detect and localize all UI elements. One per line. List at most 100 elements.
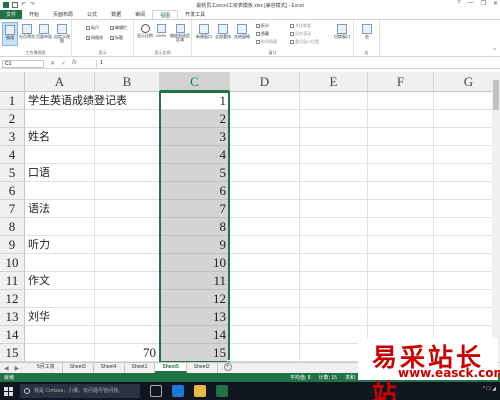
cell-G1[interactable] <box>434 92 492 110</box>
row-header[interactable]: 10 <box>0 254 25 272</box>
cell-C13[interactable]: 13 <box>160 308 230 326</box>
cell-D15[interactable] <box>230 344 300 362</box>
cell-G3[interactable] <box>434 128 492 146</box>
cell-D13[interactable] <box>230 308 300 326</box>
cell-C12[interactable]: 12 <box>160 290 230 308</box>
sheet-tab[interactable]: Sheet4 <box>94 363 125 373</box>
collapse-ribbon-icon[interactable]: ^ <box>493 48 496 54</box>
cell-D5[interactable] <box>230 164 300 182</box>
cell-G7[interactable] <box>434 200 492 218</box>
cell-E4[interactable] <box>300 146 368 164</box>
enter-icon[interactable]: ✓ <box>61 60 66 67</box>
sheet-tab[interactable]: Sheet3 <box>63 363 94 373</box>
ruler-checkbox[interactable]: 标尺 <box>86 25 99 31</box>
row-header[interactable]: 5 <box>0 164 25 182</box>
cell-D6[interactable] <box>230 182 300 200</box>
sheet-tab[interactable]: Sheet1 <box>125 363 156 373</box>
cell-E2[interactable] <box>300 110 368 128</box>
cell-E5[interactable] <box>300 164 368 182</box>
cell-A14[interactable] <box>25 326 95 344</box>
row-header[interactable]: 1 <box>0 92 25 110</box>
cell-G5[interactable] <box>434 164 492 182</box>
view-normal-button[interactable]: 普通 <box>2 22 18 46</box>
cell-E12[interactable] <box>300 290 368 308</box>
cell-E3[interactable] <box>300 128 368 146</box>
cell-G6[interactable] <box>434 182 492 200</box>
zoom-button[interactable]: 显示比例 <box>137 22 153 46</box>
cell-E7[interactable] <box>300 200 368 218</box>
cell-D9[interactable] <box>230 236 300 254</box>
cell-D11[interactable] <box>230 272 300 290</box>
cell-B13[interactable] <box>95 308 160 326</box>
cell-C4[interactable]: 4 <box>160 146 230 164</box>
cell-B2[interactable] <box>95 110 160 128</box>
cell-D2[interactable] <box>230 110 300 128</box>
row-header[interactable]: 9 <box>0 236 25 254</box>
cell-F2[interactable] <box>368 110 434 128</box>
cell-B12[interactable] <box>95 290 160 308</box>
cell-C6[interactable]: 6 <box>160 182 230 200</box>
file-explorer-icon[interactable] <box>194 385 206 397</box>
column-header[interactable]: C <box>160 72 230 92</box>
cell-C3[interactable]: 3 <box>160 128 230 146</box>
row-header[interactable]: 8 <box>0 218 25 236</box>
side-by-side-button[interactable]: 并排查看 <box>290 23 311 29</box>
sync-scroll-button[interactable]: 同步滚动 <box>290 31 311 37</box>
ribbon-tab[interactable]: 开发工具 <box>178 10 212 19</box>
sheet-tab[interactable]: Sheet2 <box>187 363 218 373</box>
cell-C8[interactable]: 8 <box>160 218 230 236</box>
new-window-button[interactable]: 新建窗口 <box>195 22 213 46</box>
add-sheet-icon[interactable]: + <box>223 363 232 371</box>
cell-A4[interactable] <box>25 146 95 164</box>
row-header[interactable]: 15 <box>0 344 25 362</box>
cell-B6[interactable] <box>95 182 160 200</box>
row-header[interactable]: 12 <box>0 290 25 308</box>
cell-G12[interactable] <box>434 290 492 308</box>
cell-E6[interactable] <box>300 182 368 200</box>
cell-A3[interactable]: 姓名 <box>25 128 95 146</box>
cell-G8[interactable] <box>434 218 492 236</box>
cell-E8[interactable] <box>300 218 368 236</box>
cell-F12[interactable] <box>368 290 434 308</box>
cell-A9[interactable]: 听力 <box>25 236 95 254</box>
worksheet-grid[interactable]: A B C D E F G 1 学生英语成绩登记表 1 2 2 3 姓名 3 4 4 5 口语 5 6 6 7 语法 7 8 8 9 听… <box>0 72 492 362</box>
ribbon-tab[interactable]: 审阅 <box>128 10 152 19</box>
cell-B10[interactable] <box>95 254 160 272</box>
ribbon-tab[interactable]: 公式 <box>80 10 104 19</box>
formula-bar-checkbox[interactable]: ✓ 编辑栏 <box>110 25 127 31</box>
cell-A5[interactable]: 口语 <box>25 164 95 182</box>
cell-E9[interactable] <box>300 236 368 254</box>
ribbon-tab[interactable]: 页面布局 <box>46 10 80 19</box>
cell-B3[interactable] <box>95 128 160 146</box>
cell-B15[interactable]: 70 <box>95 344 160 362</box>
close-button[interactable]: ✕ <box>493 0 498 7</box>
cell-A1[interactable]: 学生英语成绩登记表 <box>25 92 127 110</box>
cell-A6[interactable] <box>25 182 95 200</box>
cell-F7[interactable] <box>368 200 434 218</box>
edge-icon[interactable] <box>172 385 184 397</box>
cell-C7[interactable]: 7 <box>160 200 230 218</box>
row-header[interactable]: 14 <box>0 326 25 344</box>
task-view-icon[interactable] <box>150 385 162 397</box>
excel-taskbar-icon[interactable] <box>216 385 228 397</box>
freeze-panes-button[interactable]: 冻结窗格 <box>233 22 251 46</box>
row-header[interactable]: 3 <box>0 128 25 146</box>
cell-B8[interactable] <box>95 218 160 236</box>
cell-B1[interactable] <box>95 92 160 110</box>
select-all-corner[interactable] <box>0 72 25 92</box>
column-header[interactable]: G <box>434 72 492 92</box>
cell-G9[interactable] <box>434 236 492 254</box>
column-header[interactable]: A <box>25 72 95 92</box>
scrollbar-thumb[interactable] <box>493 80 499 110</box>
formula-input[interactable]: 1 <box>96 60 494 68</box>
cell-D10[interactable] <box>230 254 300 272</box>
cell-F1[interactable] <box>368 92 434 110</box>
cell-D12[interactable] <box>230 290 300 308</box>
restore-button[interactable]: ❐ <box>481 0 486 7</box>
insert-function-icon[interactable]: fx <box>72 60 77 67</box>
cell-B9[interactable] <box>95 236 160 254</box>
cell-D7[interactable] <box>230 200 300 218</box>
cell-C15[interactable]: 15 <box>160 344 230 362</box>
cell-D14[interactable] <box>230 326 300 344</box>
split-button[interactable]: 拆分 <box>256 23 269 29</box>
